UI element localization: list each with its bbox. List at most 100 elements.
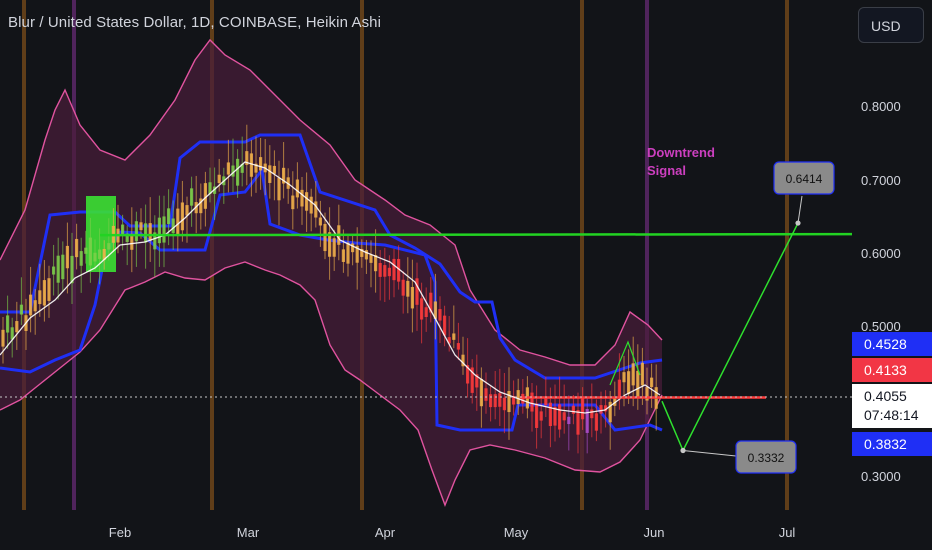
candle xyxy=(249,153,253,177)
candle xyxy=(576,410,580,435)
candle xyxy=(562,412,566,421)
y-tick-label: 0.6000 xyxy=(861,246,901,261)
candle xyxy=(378,263,382,277)
candle xyxy=(1,329,5,347)
x-tick-label: Apr xyxy=(375,525,396,540)
candle xyxy=(268,165,272,183)
candle xyxy=(185,205,189,216)
candle xyxy=(93,252,97,262)
candle xyxy=(383,265,387,277)
candle xyxy=(88,237,92,266)
candle xyxy=(61,254,65,280)
currency-button[interactable]: USD xyxy=(858,7,924,43)
candle xyxy=(79,251,83,266)
candle xyxy=(144,223,148,243)
candle xyxy=(272,165,276,174)
candle xyxy=(38,290,42,305)
candle xyxy=(516,390,520,405)
candle xyxy=(581,398,585,420)
candle xyxy=(484,388,488,401)
callout-leader xyxy=(797,195,803,224)
candle xyxy=(171,218,175,234)
candle xyxy=(544,397,548,406)
candle xyxy=(489,394,493,408)
candle xyxy=(502,397,506,411)
x-tick-label: Jun xyxy=(644,525,665,540)
callout-label: 0.6414 xyxy=(786,172,823,186)
candle xyxy=(217,174,221,184)
candle xyxy=(438,309,442,321)
candle xyxy=(420,298,424,320)
price-chart[interactable]: 0.6414 0.3332 Downtrend Signal 0.8000 0.7000 0… xyxy=(0,0,932,550)
candle xyxy=(392,258,396,281)
projection-callout: 0.3332 xyxy=(735,440,797,474)
x-tick-label: Mar xyxy=(237,525,260,540)
x-tick-label: Jul xyxy=(779,525,796,540)
candle xyxy=(29,294,33,316)
candle xyxy=(498,393,502,407)
candle xyxy=(300,189,304,207)
price-label-red: 0.4133 xyxy=(852,358,932,382)
callout-leader xyxy=(682,450,737,457)
candle xyxy=(318,217,322,226)
candle xyxy=(47,278,51,301)
candle xyxy=(148,223,152,241)
price-label-text: 0.4528 xyxy=(864,336,907,352)
candle xyxy=(558,404,562,430)
chart-title: Blur / United States Dollar, 1D, COINBAS… xyxy=(8,14,382,31)
candle xyxy=(157,217,161,244)
candle xyxy=(590,409,594,419)
candle xyxy=(121,224,125,235)
candle xyxy=(567,416,571,425)
candle xyxy=(226,162,230,175)
candle xyxy=(507,390,511,413)
price-label-text: 0.4055 xyxy=(864,388,907,404)
candle xyxy=(599,405,603,414)
candle xyxy=(295,179,299,198)
candle xyxy=(636,370,640,399)
candle xyxy=(594,413,598,431)
candle xyxy=(309,196,313,214)
candle xyxy=(410,287,414,309)
candle xyxy=(535,403,539,428)
green-level-line xyxy=(99,232,853,237)
candle xyxy=(84,247,88,254)
candle xyxy=(406,280,410,297)
y-tick-label: 0.7000 xyxy=(861,173,901,188)
candle xyxy=(236,158,240,186)
y-tick-label: 0.8000 xyxy=(861,99,901,114)
candle xyxy=(75,238,79,258)
candle xyxy=(341,249,345,262)
projection-callout: 0.6414 xyxy=(773,161,835,195)
x-tick-label: Feb xyxy=(109,525,131,540)
candle xyxy=(401,279,405,296)
candle xyxy=(70,255,74,284)
candle xyxy=(387,267,391,277)
candle xyxy=(291,195,295,210)
candle xyxy=(305,192,309,211)
vertical-marker xyxy=(785,0,789,510)
vertical-marker xyxy=(645,0,649,510)
candle xyxy=(56,255,60,283)
candle xyxy=(15,321,19,333)
projection-line xyxy=(661,222,799,453)
price-label-text: 0.4133 xyxy=(864,362,907,378)
candle xyxy=(19,304,23,315)
candle xyxy=(351,243,355,253)
candle xyxy=(640,362,644,386)
candle xyxy=(369,254,373,263)
candle xyxy=(493,394,497,408)
candle xyxy=(180,202,184,231)
y-tick-label: 0.3000 xyxy=(861,469,901,484)
candle xyxy=(33,300,37,312)
candle xyxy=(323,223,327,252)
candle xyxy=(617,379,621,399)
candle xyxy=(190,188,194,206)
price-label-text: 0.3832 xyxy=(864,436,907,452)
candle xyxy=(627,371,631,394)
candle xyxy=(42,280,46,306)
candle xyxy=(456,343,460,350)
candle xyxy=(314,201,318,218)
candle xyxy=(98,249,102,259)
candle xyxy=(167,208,171,225)
